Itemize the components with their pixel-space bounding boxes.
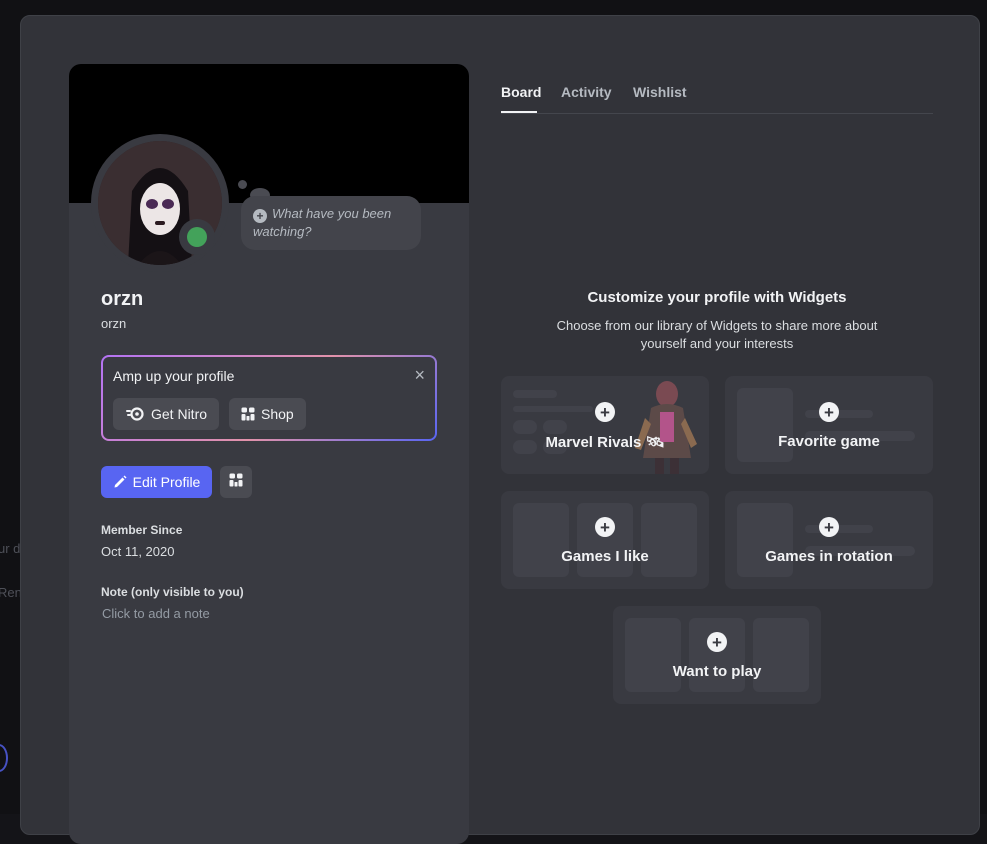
add-status-icon: + xyxy=(253,209,267,223)
shop-button[interactable]: Shop xyxy=(229,398,306,430)
shop-icon xyxy=(241,407,255,421)
edit-profile-label: Edit Profile xyxy=(133,474,201,490)
pencil-icon xyxy=(113,475,127,489)
avatar-frame xyxy=(91,134,229,272)
promo-title: Amp up your profile xyxy=(113,368,234,384)
widget-label: Games in rotation xyxy=(725,548,933,565)
nitro-icon xyxy=(125,406,145,422)
profile-tabs: Board Activity Wishlist xyxy=(501,82,933,114)
status-prompt: What have you been watching? xyxy=(253,206,391,239)
thought-bubble-dot xyxy=(238,180,247,189)
tab-board[interactable]: Board xyxy=(501,84,541,100)
profile-card: +What have you been watching? orzn orzn … xyxy=(69,64,469,844)
widget-want-to-play[interactable]: + Want to play xyxy=(613,606,821,704)
shop-label: Shop xyxy=(261,406,294,422)
close-icon[interactable]: × xyxy=(414,365,425,386)
widget-games-i-like[interactable]: + Games I like xyxy=(501,491,709,589)
shop-icon-button[interactable] xyxy=(220,466,252,498)
status-indicator xyxy=(179,219,215,255)
tab-activity[interactable]: Activity xyxy=(561,84,612,100)
note-label: Note (only visible to you) xyxy=(101,585,244,599)
widget-label: Games I like xyxy=(501,548,709,565)
shop-icon xyxy=(229,473,243,492)
member-since-label: Member Since xyxy=(101,523,182,537)
widget-favorite-game[interactable]: + Favorite game xyxy=(725,376,933,474)
add-widget-icon: + xyxy=(595,402,615,422)
edit-profile-button[interactable]: Edit Profile xyxy=(101,466,212,498)
get-nitro-button[interactable]: Get Nitro xyxy=(113,398,219,430)
widget-marvel-rivals[interactable]: + Marvel Rivals 🛰 xyxy=(501,376,709,474)
member-since-value: Oct 11, 2020 xyxy=(101,544,174,559)
widget-games-in-rotation[interactable]: + Games in rotation xyxy=(725,491,933,589)
profile-modal: +What have you been watching? orzn orzn … xyxy=(20,15,980,835)
status-bubble[interactable]: +What have you been watching? xyxy=(241,196,421,250)
nitro-promo: Amp up your profile × Get Nitro Shop xyxy=(101,355,437,441)
add-widget-icon: + xyxy=(707,632,727,652)
widget-label: Marvel Rivals 🛰 xyxy=(501,433,709,451)
widgets-description: Choose from our library of Widgets to sh… xyxy=(551,317,883,353)
username: orzn xyxy=(101,316,126,331)
background-text: Ren xyxy=(0,585,22,600)
character-art xyxy=(627,378,705,474)
active-tab-indicator xyxy=(501,111,537,113)
display-name: orzn xyxy=(101,288,143,311)
background-text: ur d xyxy=(0,541,20,556)
add-widget-icon: + xyxy=(595,517,615,537)
online-status-icon xyxy=(187,227,207,247)
add-widget-icon: + xyxy=(819,517,839,537)
tab-wishlist[interactable]: Wishlist xyxy=(633,84,687,100)
add-widget-icon: + xyxy=(819,402,839,422)
widgets-heading: Customize your profile with Widgets xyxy=(501,289,933,306)
widget-label: Favorite game xyxy=(725,433,933,450)
get-nitro-label: Get Nitro xyxy=(151,406,207,422)
note-input[interactable]: Click to add a note xyxy=(102,606,210,621)
widget-label: Want to play xyxy=(613,663,821,680)
